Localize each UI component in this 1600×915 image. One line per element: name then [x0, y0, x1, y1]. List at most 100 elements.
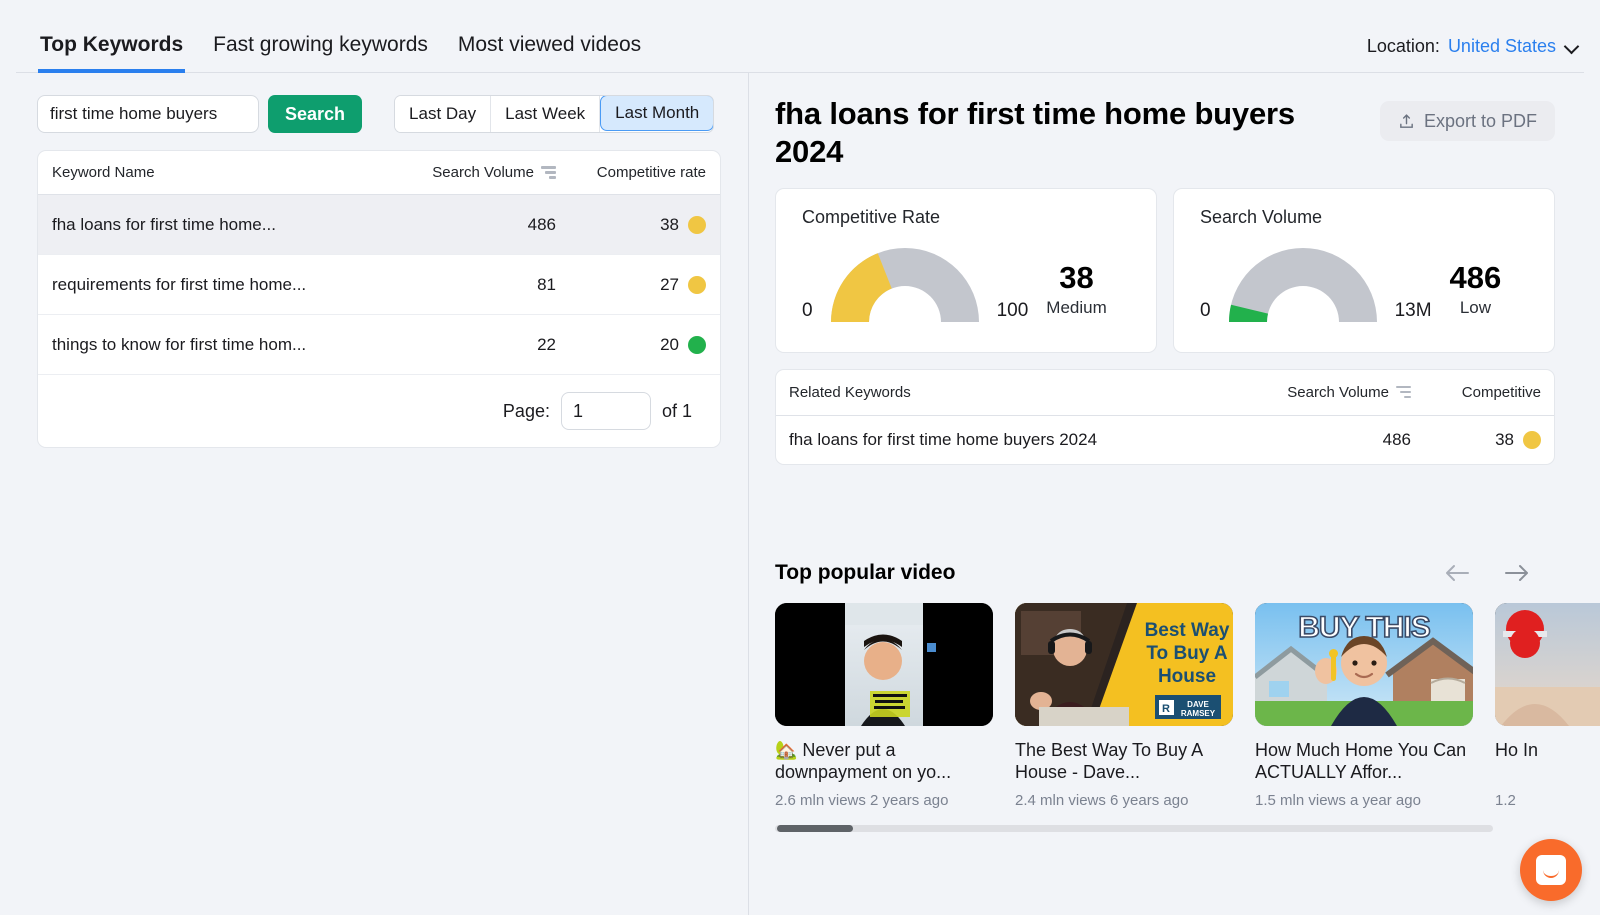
search-volume-card: Search Volume 0 13M 486 Low	[1173, 187, 1555, 353]
location-label: Location:	[1366, 36, 1440, 56]
competitive-rate-card: Competitive Rate 0 100 38 Medium	[775, 187, 1157, 353]
video-thumbnail[interactable]	[775, 602, 993, 726]
column-related-keywords: Related Keywords	[789, 383, 911, 401]
row-keyword-name: things to know for first time hom...	[52, 334, 307, 354]
row-competitive-value: 20	[660, 334, 679, 354]
related-keyword-competitive: 38	[1411, 430, 1541, 450]
video-carousel[interactable]: 🏡 Never put a downpayment on yo... 2.6 m…	[775, 602, 1600, 809]
search-button[interactable]: Search	[268, 95, 363, 133]
upload-icon	[1400, 113, 1413, 128]
column-related-search-volume[interactable]: Search Volume	[1211, 384, 1411, 401]
related-keywords-header: Related Keywords Search Volume Competiti…	[776, 370, 1554, 416]
competitive-rate-rating: Medium	[1046, 297, 1107, 317]
video-meta: 2.6 mln views 2 years ago	[775, 791, 949, 809]
video-card[interactable]: BUY THIS How Much Home You Can ACTUALLY …	[1255, 602, 1473, 809]
page-label: Page:	[502, 400, 550, 421]
thumbnail-image	[1495, 602, 1600, 726]
tab-list: Top Keywords Fast growing keywords Most …	[38, 33, 643, 73]
keywords-table-card: Keyword Name Search Volume Competitive r…	[37, 150, 721, 448]
status-badge	[688, 215, 706, 234]
keywords-table-header: Keyword Name Search Volume Competitive r…	[38, 151, 720, 195]
range-last-day[interactable]: Last Day	[395, 96, 492, 132]
detail-header: fha loans for first time home buyers 202…	[775, 95, 1600, 171]
search-volume-gauge-svg	[1228, 247, 1377, 322]
tab-most-viewed-videos[interactable]: Most viewed videos	[456, 33, 643, 73]
video-thumbnail[interactable]	[1495, 602, 1600, 726]
column-competitive-rate: Competitive rate	[596, 164, 706, 181]
related-keyword-name: fha loans for first time home buyers 202…	[789, 429, 1098, 449]
left-panel: Search Last Day Last Week Last Month Key…	[0, 73, 748, 915]
video-title: The Best Way To Buy A House - Dave...	[1015, 739, 1203, 783]
table-row[interactable]: things to know for first time hom... 22 …	[38, 315, 720, 375]
competitive-rate-value: 38	[1059, 259, 1094, 295]
table-row[interactable]: fha loans for first time home buyers 202…	[776, 416, 1554, 464]
gauge-min-label: 0	[1200, 299, 1211, 321]
status-badge	[688, 335, 706, 354]
row-search-volume: 81	[537, 274, 556, 294]
chat-face-icon	[1536, 855, 1566, 885]
row-competitive-rate: 20	[556, 335, 706, 355]
video-card[interactable]: Best Way To Buy A House R DAVE RAMSEY Th…	[1015, 602, 1233, 809]
export-to-pdf-label: Export to PDF	[1423, 110, 1537, 131]
carousel-scrollbar[interactable]	[775, 824, 1493, 832]
right-panel: fha loans for first time home buyers 202…	[748, 73, 1600, 915]
pagination: Page: of 1	[38, 375, 720, 447]
competitive-rate-gauge-body: 0 100 38 Medium	[802, 236, 1134, 324]
row-keyword-name: fha loans for first time home...	[52, 214, 276, 234]
row-competitive-rate: 38	[556, 215, 706, 235]
export-to-pdf-button[interactable]: Export to PDF	[1379, 101, 1555, 141]
page-total: of 1	[661, 400, 692, 421]
carousel-controls	[1444, 562, 1530, 584]
range-last-week[interactable]: Last Week	[491, 96, 601, 132]
video-title: Ho In	[1495, 739, 1539, 760]
column-search-volume[interactable]: Search Volume	[410, 164, 556, 181]
row-keyword-name: requirements for first time home...	[52, 274, 307, 294]
search-volume-gauge: 0 13M	[1200, 236, 1432, 324]
related-keyword-volume: 486	[1382, 429, 1411, 449]
column-search-volume-label: Search Volume	[432, 164, 534, 181]
table-row[interactable]: fha loans for first time home... 486 38	[38, 195, 720, 255]
chevron-down-icon[interactable]	[1564, 39, 1580, 55]
svg-text:Best Way: Best Way	[1145, 620, 1230, 641]
video-card[interactable]: Ho In 1.2	[1495, 602, 1600, 809]
row-competitive-value: 38	[660, 214, 679, 234]
related-competitive-value: 38	[1495, 429, 1514, 449]
related-keywords-card: Related Keywords Search Volume Competiti…	[775, 368, 1555, 465]
search-volume-value: 486	[1449, 259, 1502, 295]
column-related-search-volume-label: Search Volume	[1287, 383, 1389, 401]
thumbnail-image	[775, 602, 993, 726]
location-value[interactable]: United States	[1448, 36, 1556, 57]
video-thumbnail[interactable]: BUY THIS	[1255, 602, 1473, 726]
range-last-month[interactable]: Last Month	[600, 96, 714, 131]
tab-fast-growing-keywords[interactable]: Fast growing keywords	[211, 33, 430, 73]
tab-top-keywords[interactable]: Top Keywords	[38, 33, 186, 73]
arrow-left-icon[interactable]	[1444, 562, 1470, 584]
row-search-volume: 22	[537, 334, 556, 354]
search-volume-title: Search Volume	[1200, 206, 1323, 227]
carousel-scrollbar-thumb[interactable]	[777, 824, 853, 832]
search-input[interactable]	[37, 95, 259, 133]
sort-icon[interactable]	[1396, 386, 1411, 399]
svg-text:DAVE: DAVE	[1187, 700, 1209, 709]
table-row[interactable]: requirements for first time home... 81 2…	[38, 255, 720, 315]
competitive-rate-title: Competitive Rate	[802, 206, 941, 227]
videos-header: Top popular video	[775, 561, 1600, 585]
video-title: How Much Home You Can ACTUALLY Affor...	[1255, 739, 1467, 783]
time-range-toggle-group: Last Day Last Week Last Month	[394, 95, 715, 133]
video-thumbnail[interactable]: Best Way To Buy A House R DAVE RAMSEY	[1015, 602, 1233, 726]
sort-icon[interactable]	[541, 166, 556, 179]
video-meta: 1.5 mln views a year ago	[1255, 791, 1421, 809]
svg-text:House: House	[1158, 666, 1216, 687]
main-content: Search Last Day Last Week Last Month Key…	[0, 73, 1600, 915]
chat-widget-button[interactable]	[1520, 839, 1582, 901]
video-card[interactable]: 🏡 Never put a downpayment on yo... 2.6 m…	[775, 602, 993, 809]
thumbnail-image: BUY THIS	[1255, 602, 1473, 726]
page-title: fha loans for first time home buyers 202…	[775, 96, 1295, 169]
page-number-input[interactable]	[560, 392, 651, 430]
location-selector[interactable]: Location: United States	[1367, 36, 1580, 73]
row-competitive-value: 27	[660, 274, 679, 294]
arrow-right-icon[interactable]	[1504, 562, 1530, 584]
status-badge	[688, 275, 706, 294]
search-volume-readout: 486 Low	[1450, 262, 1502, 324]
row-search-volume: 486	[527, 214, 556, 234]
